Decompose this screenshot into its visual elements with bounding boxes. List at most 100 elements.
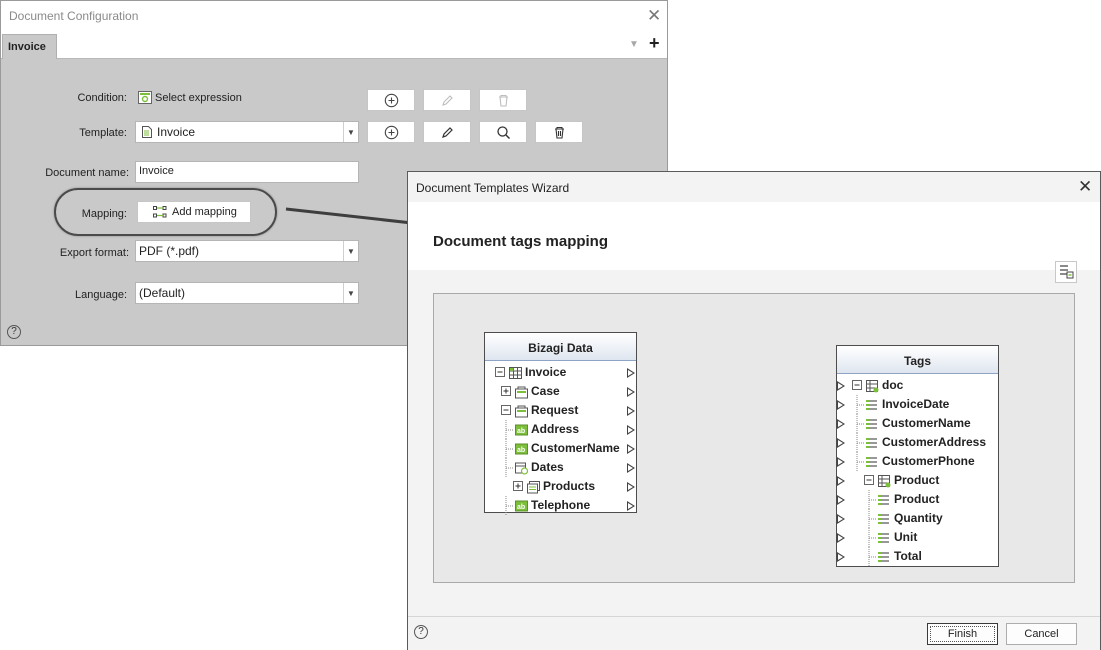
connector-handle[interactable]	[837, 514, 845, 524]
tree-node-address[interactable]: ab Address	[485, 420, 636, 439]
tree-node-dates[interactable]: Dates	[485, 458, 636, 477]
svg-text:ab: ab	[517, 504, 525, 511]
connector-handle[interactable]	[627, 482, 635, 492]
document-icon	[142, 126, 152, 138]
tree-node-case[interactable]: Case	[485, 382, 636, 401]
collapse-icon[interactable]	[864, 475, 875, 486]
condition-delete-button[interactable]	[479, 89, 527, 111]
tree-node-telephone[interactable]: ab Telephone	[485, 496, 636, 515]
tree-node-label: Quantity	[894, 511, 943, 525]
tag-icon	[878, 533, 889, 543]
tree-node-doc[interactable]: doc	[837, 376, 998, 395]
connector-handle[interactable]	[627, 387, 635, 397]
tree-node-label: CustomerName	[882, 416, 971, 430]
document-name-field[interactable]: Invoice	[135, 161, 359, 183]
tree-node-customername[interactable]: ab CustomerName	[485, 439, 636, 458]
tree-node-quantity[interactable]: Quantity	[837, 509, 998, 528]
cancel-button[interactable]: Cancel	[1006, 623, 1077, 645]
close-icon[interactable]: ✕	[647, 7, 661, 24]
bizagi-data-panel[interactable]: Bizagi Data Invoice Case Request ab Address a…	[484, 332, 637, 515]
tree-node-label: CustomerPhone	[882, 454, 975, 468]
tree-node-product[interactable]: Product	[837, 471, 998, 490]
tree-node-unit[interactable]: Unit	[837, 528, 998, 547]
tree-node-request[interactable]: Request	[485, 401, 636, 420]
language-select[interactable]: (Default) ▼	[135, 282, 359, 304]
template-preview-button[interactable]	[479, 121, 527, 143]
language-value: (Default)	[139, 286, 186, 300]
tree-node-label: Product	[894, 492, 940, 506]
add-circle-icon	[384, 93, 399, 108]
magnifier-icon	[497, 126, 511, 140]
pencil-icon	[442, 127, 453, 138]
connector-handle[interactable]	[627, 425, 635, 435]
chevron-down-icon[interactable]: ▼	[343, 241, 358, 261]
chevron-down-icon[interactable]: ▼	[343, 283, 358, 303]
expand-icon[interactable]	[501, 386, 512, 397]
condition-add-button[interactable]	[367, 89, 415, 111]
connector-handle[interactable]	[837, 381, 845, 391]
template-delete-button[interactable]	[535, 121, 583, 143]
tree-node-customeraddress[interactable]: CustomerAddress	[837, 433, 998, 452]
connector-handle[interactable]	[627, 444, 635, 454]
help-icon[interactable]: ?	[414, 625, 428, 639]
connector-handle[interactable]	[837, 552, 845, 562]
tag-icon	[866, 438, 877, 448]
tree-node-total[interactable]: Total	[837, 547, 998, 566]
tree-node-products[interactable]: Products	[485, 477, 636, 496]
tree-node-label: CustomerAddress	[882, 435, 987, 449]
document-name-label: Document name:	[45, 167, 129, 179]
tree-node-label: Unit	[894, 530, 918, 544]
tree-node-label: Case	[531, 384, 560, 398]
connector-handle[interactable]	[627, 501, 635, 511]
tree-node-invoicedate[interactable]: InvoiceDate	[837, 395, 998, 414]
template-edit-button[interactable]	[423, 121, 471, 143]
folder-entity-icon	[515, 405, 528, 418]
template-select[interactable]: Invoice ▼	[135, 121, 359, 143]
close-icon[interactable]: ✕	[1078, 178, 1092, 195]
connector-handle[interactable]	[837, 438, 845, 448]
tree-node-customername[interactable]: CustomerName	[837, 414, 998, 433]
tags-panel[interactable]: Tags doc InvoiceDate CustomerName CustomerA…	[836, 345, 999, 567]
connector-handle[interactable]	[627, 406, 635, 416]
collapse-icon[interactable]	[852, 380, 863, 391]
export-format-select[interactable]: PDF (*.pdf) ▼	[135, 240, 359, 262]
chevron-down-icon[interactable]: ▼	[343, 122, 358, 142]
mapping-canvas[interactable]: Bizagi Data Invoice Case Request ab Address a…	[433, 293, 1075, 583]
collapse-icon[interactable]	[501, 405, 512, 416]
connector-handle[interactable]	[837, 533, 845, 543]
tag-icon	[878, 552, 889, 562]
entity-table-icon	[509, 367, 522, 379]
tree-node-invoice[interactable]: Invoice	[485, 363, 636, 382]
tree-connector	[868, 490, 876, 509]
tree-connector	[868, 547, 876, 566]
condition-label: Condition:	[77, 92, 127, 104]
folder-entity-icon	[515, 386, 528, 399]
tab-invoice[interactable]: Invoice	[2, 34, 57, 59]
finish-button[interactable]: Finish	[927, 623, 998, 645]
connector-handle[interactable]	[837, 400, 845, 410]
collapse-icon[interactable]	[495, 367, 506, 378]
tree-node-customerphone[interactable]: CustomerPhone	[837, 452, 998, 471]
tree-node-product[interactable]: Product	[837, 490, 998, 509]
expand-icon[interactable]	[513, 481, 524, 492]
tab-dropdown-icon[interactable]: ▼	[629, 39, 639, 50]
condition-value: Select expression	[155, 92, 242, 104]
auto-map-button[interactable]	[1055, 261, 1077, 283]
connector-handle[interactable]	[837, 457, 845, 467]
help-icon[interactable]: ?	[7, 325, 21, 339]
document-templates-wizard: Document Templates Wizard ✕ Document tag…	[407, 171, 1101, 650]
connector-handle[interactable]	[837, 419, 845, 429]
add-tab-icon[interactable]: +	[649, 33, 660, 54]
text-attribute-icon: ab	[515, 500, 528, 512]
connector-handle[interactable]	[837, 476, 845, 486]
add-circle-icon	[384, 125, 399, 140]
template-add-button[interactable]	[367, 121, 415, 143]
condition-edit-button[interactable]	[423, 89, 471, 111]
tree-node-label: Request	[531, 403, 579, 417]
tags-header: Tags	[837, 346, 998, 374]
connector-handle[interactable]	[627, 368, 635, 378]
connector-handle[interactable]	[837, 495, 845, 505]
tree-connector	[868, 509, 876, 528]
tree-node-label: Address	[531, 422, 580, 436]
connector-handle[interactable]	[627, 463, 635, 473]
